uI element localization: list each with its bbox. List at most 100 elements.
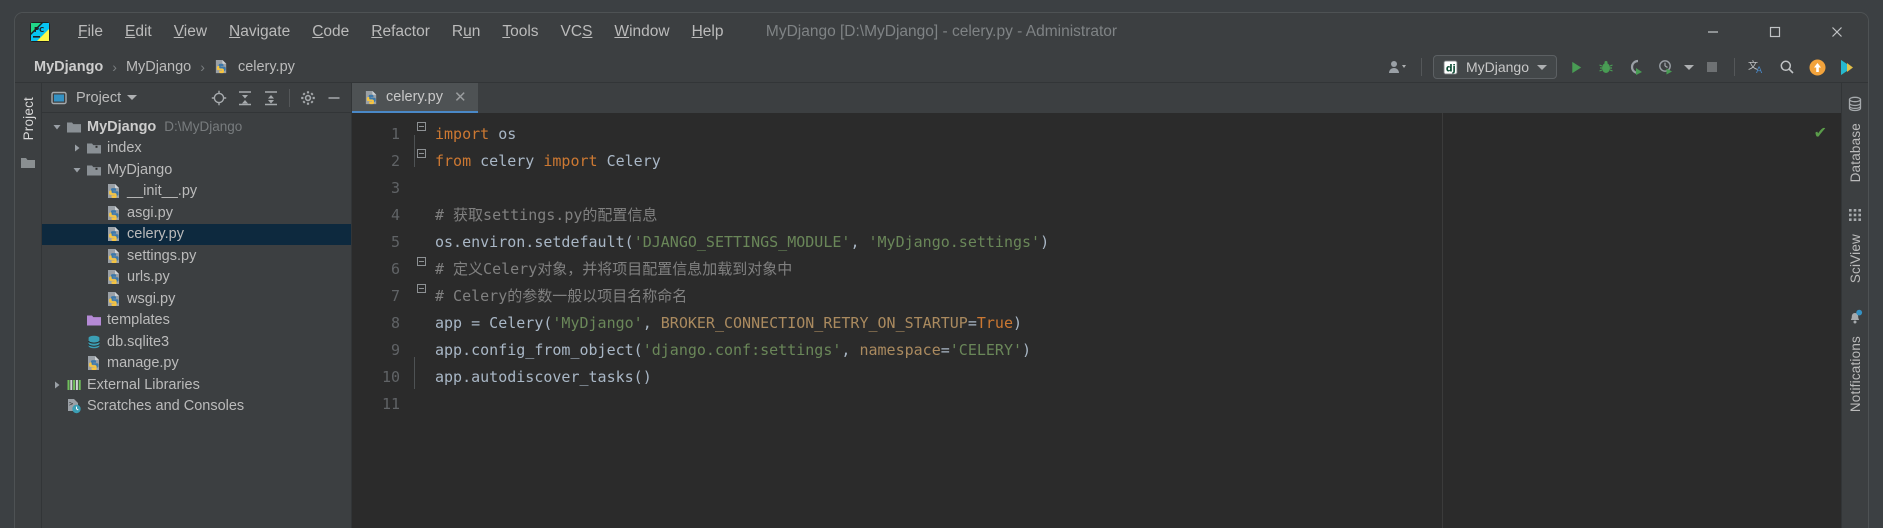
tree-item-settings-py[interactable]: settings.py: [42, 245, 351, 267]
tree-item-index[interactable]: index: [42, 138, 351, 160]
editor-tab-bar: celery.py ✕: [352, 83, 1841, 113]
pycharm-window: PC File Edit View Navigate Code Refactor…: [14, 12, 1869, 528]
code-token: ,: [841, 341, 860, 359]
minimize-button[interactable]: [1682, 13, 1744, 51]
structure-icon[interactable]: [20, 154, 36, 175]
close-icon[interactable]: ✕: [454, 88, 467, 106]
navigation-bar: MyDjango › MyDjango › celery.py dj MyDja…: [15, 51, 1868, 83]
menu-item-file[interactable]: File: [67, 19, 114, 45]
code-line[interactable]: os.environ.setdefault('DJANGO_SETTINGS_M…: [428, 229, 1841, 256]
sidebar-item-project[interactable]: Project: [19, 91, 38, 146]
translate-button[interactable]: 文 A: [1742, 54, 1772, 80]
fold-gutter[interactable]: [414, 113, 428, 528]
chevron-down-icon[interactable]: [70, 163, 84, 177]
code-token: # 获取settings.py的配置信息: [435, 206, 658, 224]
sidebar-item-sciview[interactable]: SciView: [1846, 202, 1865, 301]
fold-marker-6[interactable]: [414, 248, 428, 275]
menu-item-run[interactable]: Run: [441, 19, 491, 45]
menu-item-refactor[interactable]: Refactor: [360, 19, 441, 45]
code-line[interactable]: from celery import Celery: [428, 148, 1841, 175]
fold-marker-2[interactable]: [414, 140, 428, 167]
coverage-button[interactable]: [1621, 54, 1651, 80]
svg-text:A: A: [1756, 66, 1763, 75]
tree-item-mydjango[interactable]: MyDjango: [42, 159, 351, 181]
inspection-status-icon[interactable]: ✔: [1814, 123, 1827, 143]
code-line[interactable]: # 获取settings.py的配置信息: [428, 202, 1841, 229]
sidebar-item-notifications[interactable]: Notifications: [1846, 304, 1865, 430]
tree-item-celery-py[interactable]: celery.py: [42, 223, 351, 245]
account-icon[interactable]: [1384, 54, 1414, 80]
tree-item--init-py[interactable]: __init__.py: [42, 181, 351, 203]
sidebar-item-database[interactable]: Database: [1846, 91, 1865, 200]
code-line[interactable]: app.autodiscover_tasks(): [428, 364, 1841, 391]
breadcrumb-item-1[interactable]: MyDjango: [121, 57, 196, 77]
gear-icon[interactable]: [296, 87, 320, 109]
tree-item-manage-py[interactable]: manage.py: [42, 353, 351, 375]
menu-item-edit[interactable]: Edit: [114, 19, 163, 45]
menu-item-window[interactable]: Window: [603, 19, 680, 45]
tree-item-scratches-and-consoles[interactable]: >_ Scratches and Consoles: [42, 396, 351, 418]
menu-item-help[interactable]: Help: [681, 19, 735, 45]
search-icon[interactable]: [1772, 54, 1802, 80]
hide-panel-button[interactable]: [322, 87, 346, 109]
breadcrumb-item-2-label: celery.py: [237, 58, 295, 75]
tree-item-db-sqlite3[interactable]: db.sqlite3: [42, 331, 351, 353]
editor-tab-celery[interactable]: celery.py ✕: [352, 83, 478, 113]
tree-item-urls-py[interactable]: urls.py: [42, 267, 351, 289]
profile-dropdown-icon[interactable]: [1681, 54, 1697, 80]
chevron-down-icon[interactable]: [127, 95, 138, 100]
update-button[interactable]: [1802, 54, 1832, 80]
tree-item-label: urls.py: [127, 269, 170, 286]
menu-item-code[interactable]: Code: [301, 19, 360, 45]
close-button[interactable]: [1806, 13, 1868, 51]
tree-item-templates[interactable]: templates: [42, 310, 351, 332]
chevron-right-icon[interactable]: [70, 141, 84, 155]
menu-item-vcs[interactable]: VCS: [550, 19, 604, 45]
menu-item-tools[interactable]: Tools: [491, 19, 549, 45]
code-line[interactable]: app.config_from_object('django.conf:sett…: [428, 337, 1841, 364]
tree-item-external-libraries[interactable]: External Libraries: [42, 374, 351, 396]
run-button[interactable]: [1561, 54, 1591, 80]
chevron-down-icon[interactable]: [50, 120, 64, 134]
source-code[interactable]: import os from celery import Celery # 获取s…: [428, 113, 1841, 528]
debug-button[interactable]: [1591, 54, 1621, 80]
chevron-right-icon[interactable]: [50, 378, 64, 392]
menu-item-navigate[interactable]: Navigate: [218, 19, 301, 45]
window-controls: [1682, 13, 1868, 51]
breadcrumb-item-2[interactable]: celery.py: [209, 57, 300, 77]
tree-item-wsgi-py[interactable]: wsgi.py: [42, 288, 351, 310]
code-view[interactable]: 1 2 3 4 5 6 7 8 9 10 11 import os from celery impor…: [352, 113, 1841, 528]
profile-button[interactable]: [1651, 54, 1681, 80]
line-number: 6: [390, 260, 400, 278]
code-line[interactable]: import os: [428, 121, 1841, 148]
menu-item-view[interactable]: View: [163, 19, 218, 45]
line-number: 11: [381, 395, 400, 413]
code-token: ,: [850, 233, 869, 251]
feature-button[interactable]: [1832, 54, 1862, 80]
code-line[interactable]: [428, 391, 1841, 418]
code-line[interactable]: # 定义Celery对象，并将项目配置信息加载到对象中: [428, 256, 1841, 283]
collapse-all-button[interactable]: [259, 87, 283, 109]
scroll-from-source-button[interactable]: [207, 87, 231, 109]
expand-all-button[interactable]: [233, 87, 257, 109]
python-file-icon: [364, 90, 379, 105]
code-token: from: [435, 152, 472, 170]
code-line[interactable]: [428, 175, 1841, 202]
breadcrumb-item-0[interactable]: MyDjango: [29, 57, 108, 77]
run-configuration-selector[interactable]: dj MyDjango: [1432, 55, 1557, 79]
code-line[interactable]: app = Celery('MyDjango', BROKER_CONNECTI…: [428, 310, 1841, 337]
fold-marker-7[interactable]: [414, 275, 428, 302]
tree-item-asgi-py[interactable]: asgi.py: [42, 202, 351, 224]
fold-marker-1[interactable]: [414, 113, 428, 140]
maximize-button[interactable]: [1744, 13, 1806, 51]
project-tree[interactable]: MyDjango D:\MyDjango index MyDjango __init__…: [42, 113, 351, 528]
stop-button[interactable]: [1697, 54, 1727, 80]
tree-item-mydjango[interactable]: MyDjango D:\MyDjango: [42, 116, 351, 138]
code-line[interactable]: # Celery的参数一般以项目名称命名: [428, 283, 1841, 310]
code-token: ): [1022, 341, 1032, 359]
menu-bar[interactable]: File Edit View Navigate Code Refactor Ru…: [67, 19, 734, 45]
bell-icon: [1847, 309, 1863, 330]
